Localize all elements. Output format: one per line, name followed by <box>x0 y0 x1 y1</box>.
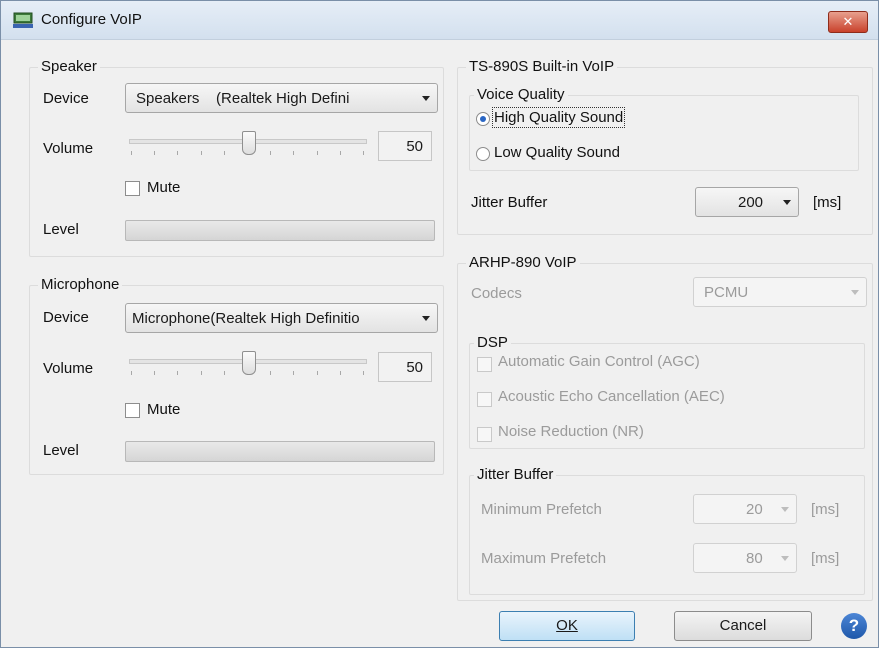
app-icon <box>13 12 33 28</box>
slider-tick <box>223 371 225 375</box>
low-quality-label[interactable]: Low Quality Sound <box>494 144 620 161</box>
voice-quality-legend: Voice Quality <box>474 86 568 103</box>
min-prefetch-select[interactable]: 20 <box>693 494 797 524</box>
slider-tick <box>177 371 179 375</box>
chevron-down-icon <box>781 507 789 512</box>
max-prefetch-select[interactable]: 80 <box>693 543 797 573</box>
microphone-level-meter <box>125 441 435 462</box>
slider-tick <box>177 151 179 155</box>
slider-tick <box>316 151 318 155</box>
microphone-mute-label: Mute <box>147 401 181 418</box>
aec-checkbox[interactable] <box>477 392 492 407</box>
ok-button-label: OK <box>556 617 578 634</box>
slider-tick <box>131 151 132 155</box>
microphone-volume-slider[interactable] <box>129 347 369 383</box>
aec-label: Acoustic Echo Cancellation (AEC) <box>498 388 725 405</box>
chevron-down-icon <box>422 96 430 101</box>
builtin-jitter-select[interactable]: 200 <box>695 187 799 217</box>
chevron-down-icon <box>851 290 859 295</box>
speaker-volume-thumb[interactable] <box>242 131 256 155</box>
window-title: Configure VoIP <box>41 11 142 28</box>
slider-tick <box>363 371 364 375</box>
speaker-device-select[interactable]: Speakers (Realtek High Defini <box>125 83 438 113</box>
microphone-volume-value[interactable]: 50 <box>378 352 432 382</box>
speaker-mute-checkbox[interactable] <box>125 181 140 196</box>
title-bar: Configure VoIP ✕ <box>1 1 878 40</box>
builtin-jitter-value: 200 <box>738 194 764 211</box>
arhp-voip-legend: ARHP-890 VoIP <box>466 254 580 271</box>
speaker-level-meter <box>125 220 435 241</box>
configure-voip-dialog: Configure VoIP ✕ Speaker Device Speakers… <box>0 0 879 648</box>
chevron-down-icon <box>422 316 430 321</box>
nr-label: Noise Reduction (NR) <box>498 423 644 440</box>
slider-tick <box>223 151 225 155</box>
high-quality-radio[interactable] <box>476 112 490 126</box>
agc-label: Automatic Gain Control (AGC) <box>498 353 700 370</box>
builtin-voip-legend: TS-890S Built-in VoIP <box>466 58 618 75</box>
low-quality-radio[interactable] <box>476 147 490 161</box>
min-prefetch-label: Minimum Prefetch <box>481 501 602 518</box>
slider-tick <box>154 371 156 375</box>
microphone-device-value: Microphone(Realtek High Definitio <box>132 310 360 327</box>
max-prefetch-value: 80 <box>746 550 763 567</box>
slider-tick <box>270 151 272 155</box>
agc-checkbox[interactable] <box>477 357 492 372</box>
chevron-down-icon <box>781 556 789 561</box>
ok-button[interactable]: OK <box>499 611 635 641</box>
speaker-volume-value[interactable]: 50 <box>378 131 432 161</box>
cancel-button[interactable]: Cancel <box>674 611 812 641</box>
speaker-mute-label: Mute <box>147 179 181 196</box>
speaker-level-label: Level <box>43 221 79 238</box>
slider-tick <box>154 151 156 155</box>
builtin-jitter-label: Jitter Buffer <box>471 194 548 211</box>
slider-tick <box>363 151 364 155</box>
cancel-button-label: Cancel <box>719 617 767 634</box>
microphone-level-label: Level <box>43 442 79 459</box>
codecs-label: Codecs <box>471 285 522 302</box>
speaker-legend: Speaker <box>38 58 100 75</box>
arhp-jitter-legend: Jitter Buffer <box>474 466 557 483</box>
arhp-jitter-group: Jitter Buffer <box>469 466 865 595</box>
builtin-jitter-unit: [ms] <box>813 194 842 211</box>
nr-checkbox[interactable] <box>477 427 492 442</box>
codecs-select[interactable]: PCMU <box>693 277 867 307</box>
slider-tick <box>293 371 295 375</box>
slider-tick <box>270 371 272 375</box>
codecs-value: PCMU <box>704 284 749 301</box>
slider-tick <box>316 371 318 375</box>
max-prefetch-unit: [ms] <box>811 550 840 567</box>
max-prefetch-label: Maximum Prefetch <box>481 550 607 567</box>
microphone-volume-label: Volume <box>43 360 94 377</box>
slider-tick <box>339 151 341 155</box>
microphone-legend: Microphone <box>38 276 123 293</box>
close-icon: ✕ <box>842 14 854 29</box>
min-prefetch-value: 20 <box>746 501 763 518</box>
slider-tick <box>293 151 295 155</box>
chevron-down-icon <box>783 200 791 205</box>
slider-tick <box>131 371 132 375</box>
close-button[interactable]: ✕ <box>828 11 868 33</box>
speaker-device-label: Device <box>43 90 89 107</box>
speaker-volume-label: Volume <box>43 140 94 157</box>
slider-tick <box>339 371 341 375</box>
help-icon[interactable]: ? <box>841 613 867 639</box>
microphone-device-label: Device <box>43 309 89 326</box>
slider-tick <box>200 371 202 375</box>
microphone-device-select[interactable]: Microphone(Realtek High Definitio <box>125 303 438 333</box>
slider-tick <box>200 151 202 155</box>
microphone-volume-thumb[interactable] <box>242 351 256 375</box>
speaker-device-value: Speakers (Realtek High Defini <box>136 90 350 107</box>
radio-selected-dot <box>480 116 486 122</box>
microphone-mute-checkbox[interactable] <box>125 403 140 418</box>
high-quality-label[interactable]: High Quality Sound <box>491 107 626 128</box>
min-prefetch-unit: [ms] <box>811 501 840 518</box>
speaker-volume-slider[interactable] <box>129 127 369 163</box>
dsp-legend: DSP <box>474 334 511 351</box>
